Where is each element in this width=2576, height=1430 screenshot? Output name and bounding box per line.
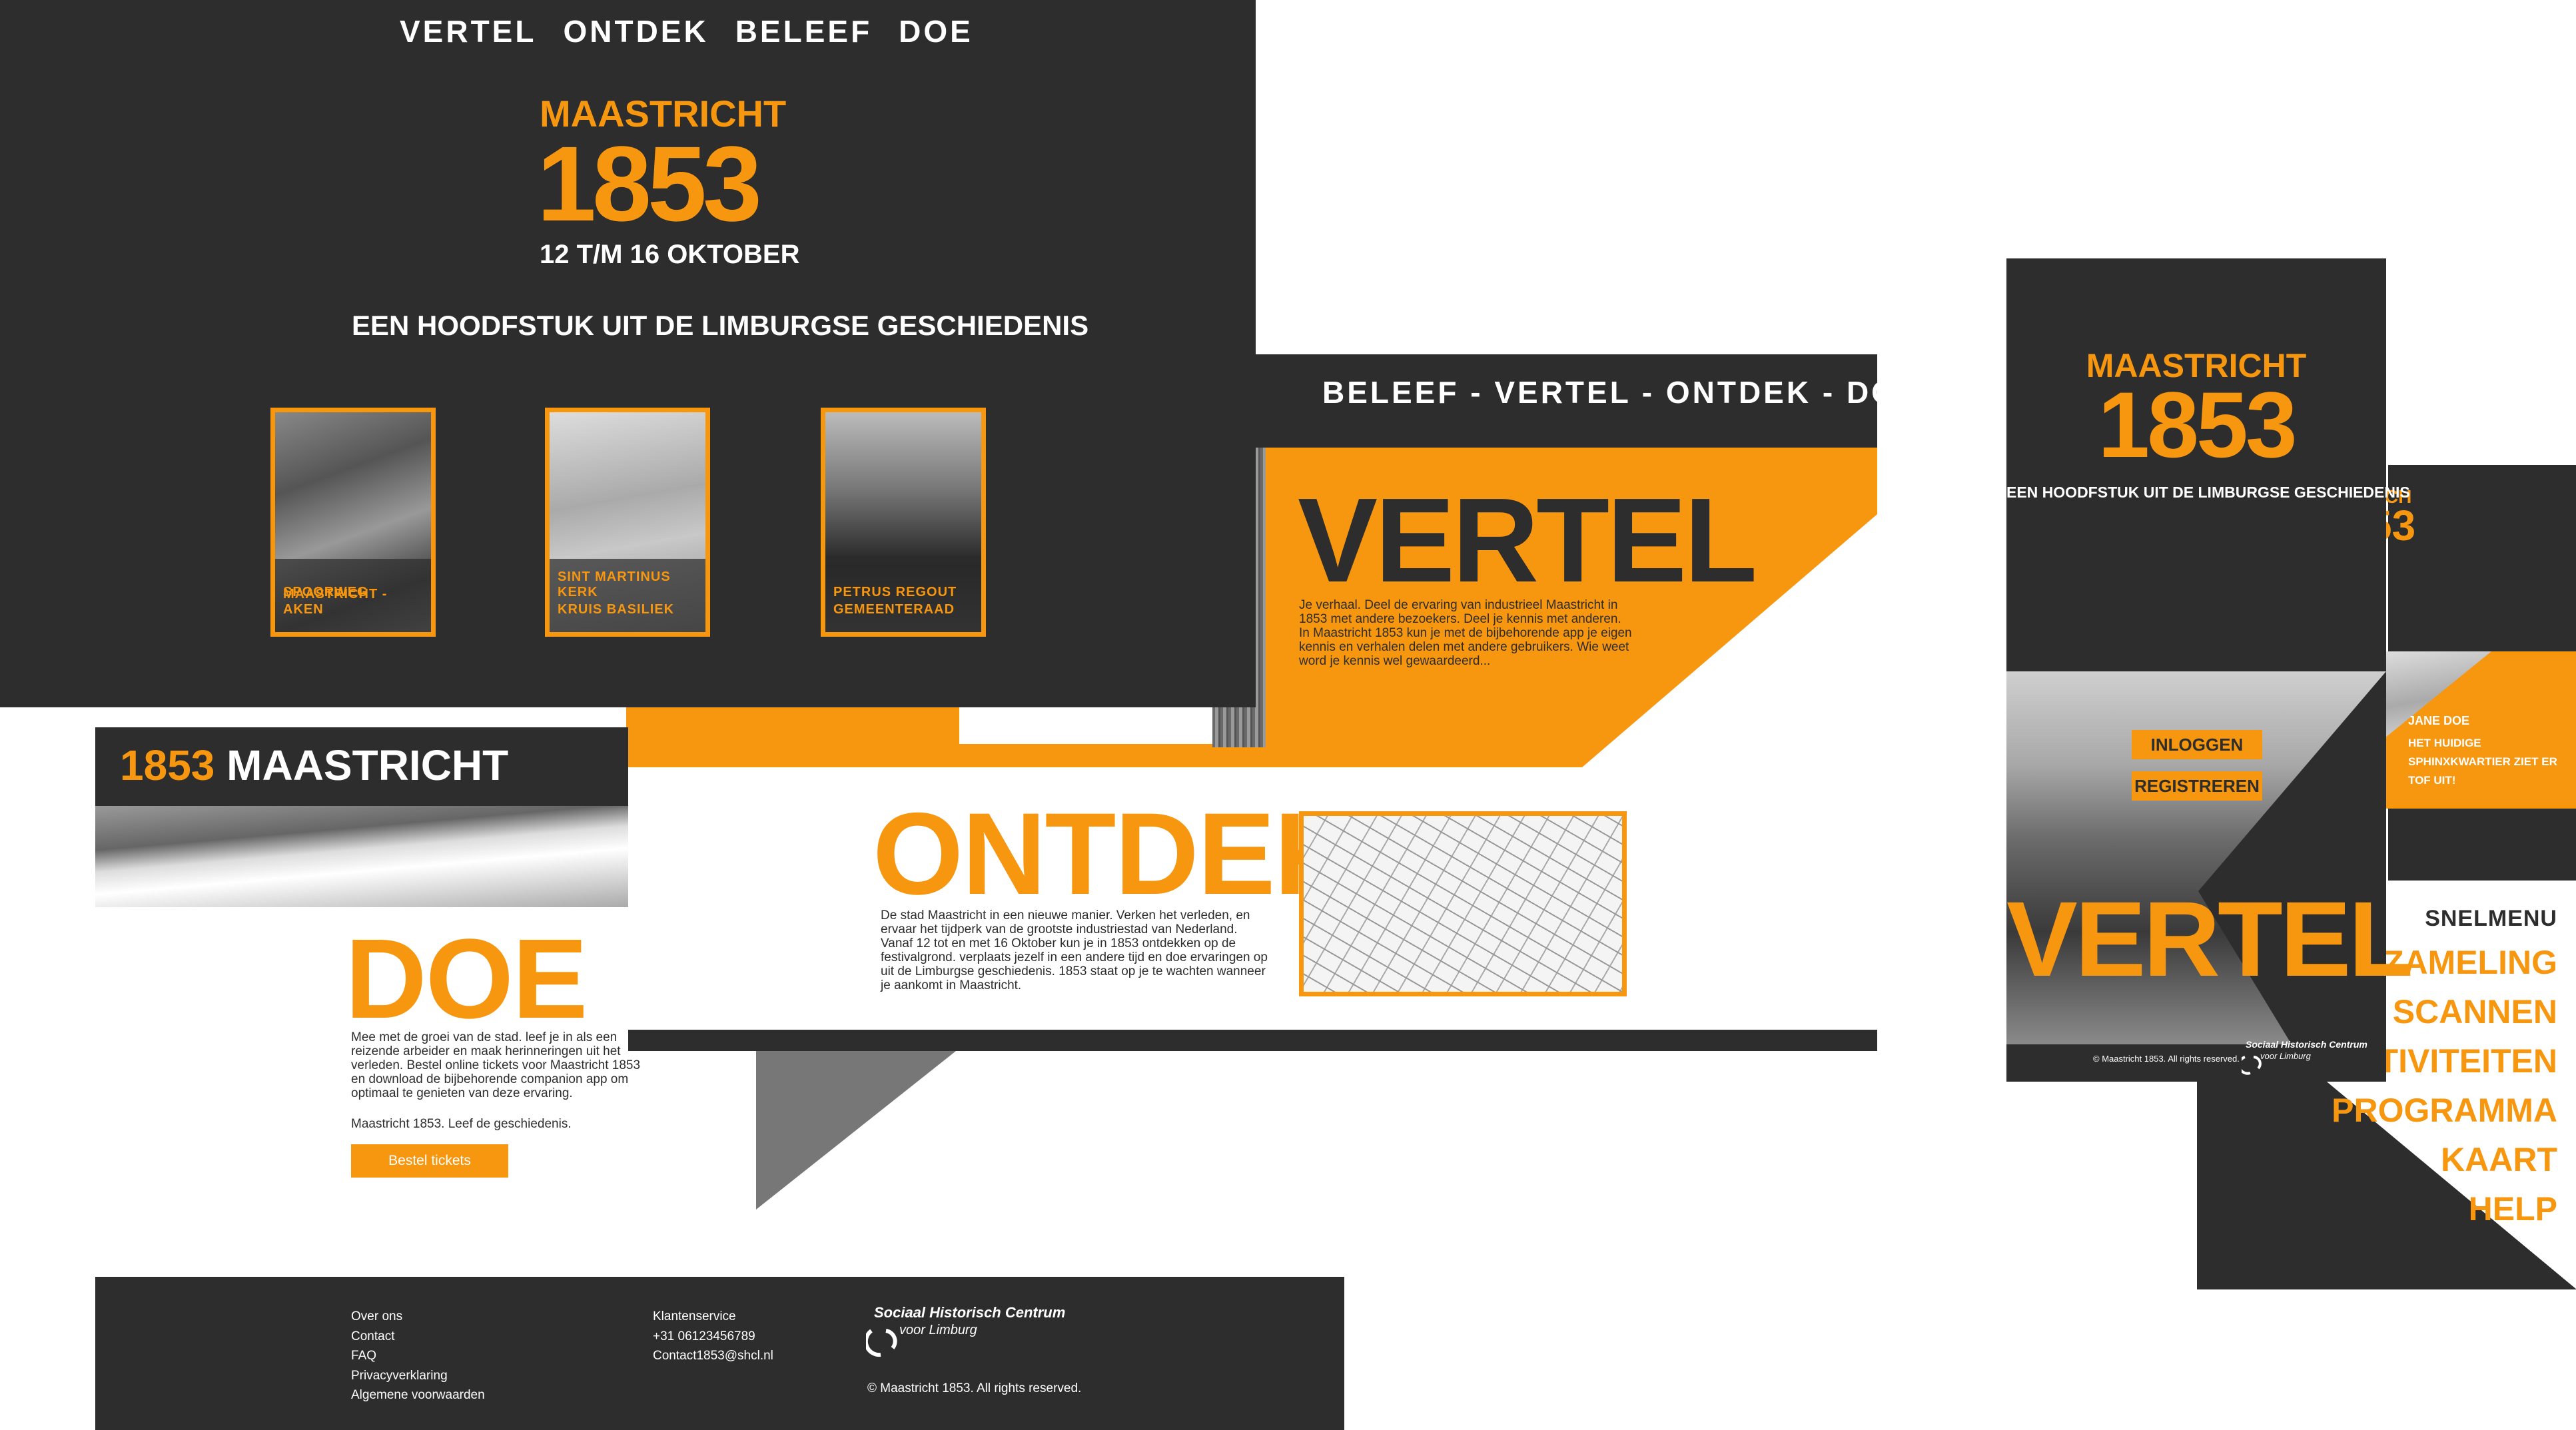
menu-item-programma[interactable]: PROGRAMMA (2315, 1086, 2557, 1135)
menu-item-help[interactable]: HELP (2315, 1184, 2557, 1234)
footer-link-voorwaarden[interactable]: Algemene voorwaarden (351, 1385, 485, 1405)
footer-links: Over ons Contact FAQ Privacyverklaring A… (351, 1307, 485, 1405)
footer-klantenservice[interactable]: Klantenservice (653, 1307, 773, 1327)
doe-header-title: 1853 MAASTRICHT (120, 741, 508, 790)
ontdek-title: ONTDEK (873, 789, 1358, 919)
doe-title: DOE (345, 916, 588, 1042)
nav-beleef[interactable]: BELEEF (735, 13, 872, 49)
card-sint-martinus[interactable]: SINT MARTINUS KERK KRUIS BASILIEK (545, 408, 710, 637)
mobile-copyright: © Maastricht 1853. All rights reserved. (2093, 1054, 2240, 1064)
mobile-big-title: VERTEL (2006, 879, 2413, 998)
nav-ontdek[interactable]: ONTDEK (563, 13, 708, 49)
shcl-logo[interactable]: Sociaal Historisch Centrum voor Limburg (866, 1304, 1079, 1357)
mobile-logo-icon (2242, 1056, 2262, 1075)
footer-link-faq[interactable]: FAQ (351, 1346, 485, 1366)
mobile2-message: HET HUIDIGE SPHINXKWARTIER ZIET ER TOF U… (2408, 737, 2557, 787)
mobile-logo-line1: Sociaal Historisch Centrum (2246, 1039, 2367, 1050)
mobile-logo-line2: voor Limburg (2260, 1051, 2311, 1061)
card-petrus-regout[interactable]: PETRUS REGOUT GEMEENTERAAD (821, 408, 986, 637)
hero-year: 1853 (537, 124, 762, 243)
bestel-tickets-button[interactable]: Bestel tickets (351, 1144, 508, 1178)
card-label: SINT MARTINUS KERK (558, 569, 671, 599)
header-city: MAASTRICHT (226, 741, 509, 789)
register-button[interactable]: REGISTREREN (2132, 771, 2262, 801)
nav-doe[interactable]: DOE (899, 13, 973, 49)
hero-dates: 12 T/M 16 OKTOBER (540, 240, 800, 269)
login-button[interactable]: INLOGGEN (2132, 730, 2262, 759)
shcl-logo-line1: Sociaal Historisch Centrum (874, 1304, 1066, 1321)
shcl-logo-icon (866, 1329, 897, 1357)
doe-header-photo (95, 806, 628, 907)
doe-body: Mee met de groei van de stad. leef je in… (351, 1030, 641, 1100)
card-label: PETRUS REGOUT (833, 585, 957, 599)
mobile-shcl-logo: Sociaal Historisch Centrum voor Limburg (2242, 1038, 2381, 1076)
ontdek-body: De stad Maastricht in een nieuwe manier.… (881, 908, 1268, 992)
mobile-subtitle: EEN HOODFSTUK UIT DE LIMBURGSE GESCHIEDE… (2006, 484, 2410, 501)
footer-phone[interactable]: +31 06123456789 (653, 1327, 773, 1347)
mobile-year: 1853 (2098, 372, 2297, 477)
card-spoorweg[interactable]: SPOORWEG MAASTRICHT - AKEN (270, 408, 436, 637)
nav-vertel[interactable]: VERTEL (400, 13, 536, 49)
footer-link-contact[interactable]: Contact (351, 1327, 485, 1347)
footer-copyright: © Maastricht 1853. All rights reserved. (867, 1381, 1082, 1395)
bottom-triangle (756, 1051, 956, 1210)
hero-nav: VERTEL ONTDEK BELEEF DOE (400, 13, 971, 49)
footer-contact: Klantenservice +31 06123456789 Contact18… (653, 1307, 773, 1366)
doe-tagline: Maastricht 1853. Leef de geschiedenis. (351, 1117, 572, 1131)
vertel-body: Je verhaal. Deel de ervaring van industr… (1299, 598, 1632, 668)
header-year: 1853 (120, 741, 215, 789)
hero-subtitle: EEN HOODFSTUK UIT DE LIMBURGSE GESCHIEDE… (352, 310, 1089, 341)
card-label: GEMEENTERAAD (833, 602, 955, 617)
menu-item-kaart[interactable]: KAART (2315, 1135, 2557, 1184)
footer-link-privacy[interactable]: Privacyverklaring (351, 1366, 485, 1386)
footer-link-over-ons[interactable]: Over ons (351, 1307, 485, 1327)
menu-title: SNELMENU (2425, 906, 2557, 931)
footer-email[interactable]: Contact1853@shcl.nl (653, 1346, 773, 1366)
vertel-title: VERTEL (1298, 474, 1757, 607)
mobile2-user: JANE DOE (2408, 714, 2470, 727)
ontdek-map (1299, 811, 1627, 996)
card-label: MAASTRICHT - AKEN (283, 587, 388, 617)
ontdek-divider (626, 1030, 1877, 1051)
shcl-logo-line2: voor Limburg (899, 1323, 977, 1337)
card-label: KRUIS BASILIEK (558, 602, 675, 617)
panel2-nav[interactable]: BELEEF - VERTEL - ONTDEK - DOE (1322, 374, 1921, 410)
